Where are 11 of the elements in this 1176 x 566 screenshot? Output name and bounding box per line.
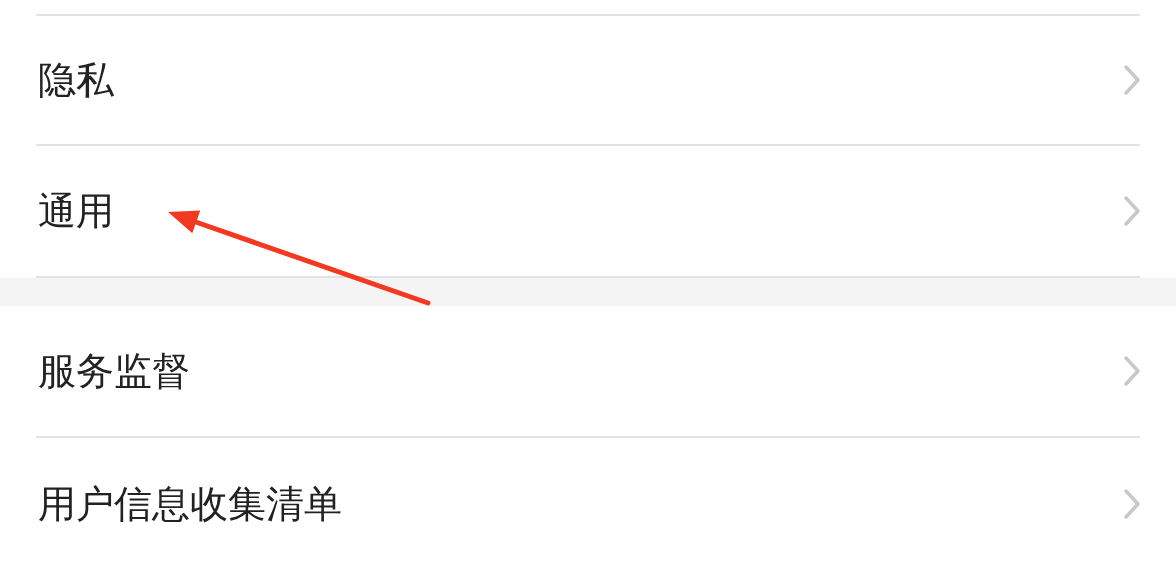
row-label: 服务监督 (37, 347, 190, 395)
settings-row[interactable]: 服务监督 (36, 306, 1140, 438)
chevron-right-icon (1124, 65, 1140, 95)
chevron-right-icon (1124, 196, 1140, 226)
chevron-right-icon (1124, 489, 1140, 519)
settings-row[interactable]: 隐私 (36, 14, 1140, 146)
row-label: 通用 (37, 187, 114, 235)
settings-row[interactable]: 用户信息收集清单 (36, 438, 1140, 566)
row-label: 隐私 (37, 56, 114, 104)
row-label: 用户信息收集清单 (37, 480, 342, 528)
chevron-right-icon (1124, 356, 1140, 386)
